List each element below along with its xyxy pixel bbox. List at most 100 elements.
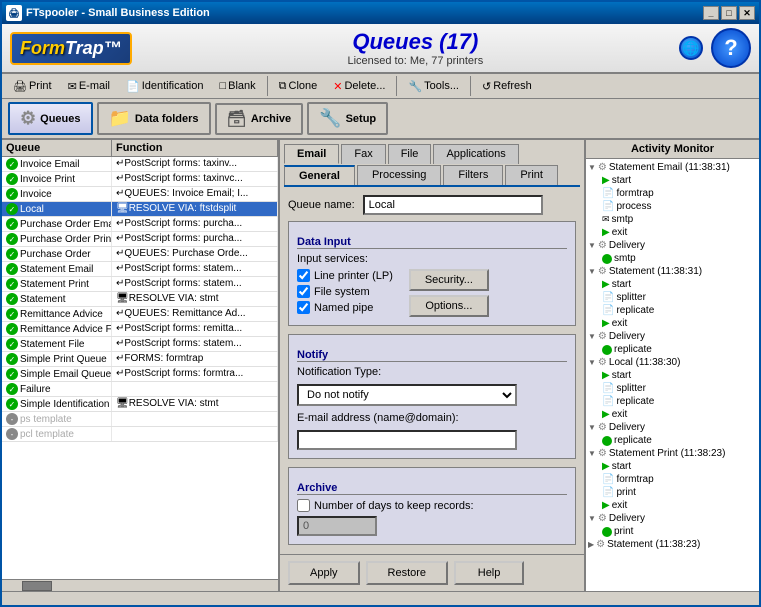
close-button[interactable]: ✕: [739, 6, 755, 20]
list-item[interactable]: ▼ ⚙ Delivery: [588, 330, 757, 343]
list-item[interactable]: ▼ ⚙ Delivery: [588, 421, 757, 434]
notification-select[interactable]: Do not notify Email on error Email alway…: [297, 384, 517, 406]
list-item[interactable]: 📄 splitter: [588, 291, 757, 304]
file-system-checkbox[interactable]: [297, 285, 310, 298]
list-item[interactable]: ▶ exit: [588, 499, 757, 512]
list-item[interactable]: ▶ exit: [588, 226, 757, 239]
table-row[interactable]: -pcl template: [2, 427, 278, 442]
list-item[interactable]: 📄 replicate: [588, 304, 757, 317]
table-row[interactable]: ✓Statement File ↵PostScript forms: state…: [2, 337, 278, 352]
blank-button[interactable]: □ Blank: [212, 77, 262, 95]
status-icon: ✓: [6, 218, 18, 230]
list-item[interactable]: ✉ smtp: [588, 213, 757, 226]
nav-data-folders[interactable]: 📁 Data folders: [97, 102, 211, 135]
help-button[interactable]: ?: [711, 28, 751, 68]
apply-button[interactable]: Apply: [288, 561, 360, 585]
tab-file[interactable]: File: [388, 144, 432, 164]
nav-archive[interactable]: 🗃 Archive: [215, 103, 304, 135]
table-row[interactable]: ✓Failure: [2, 382, 278, 397]
table-row[interactable]: ✓Simple Identification ... 🖥RESOLVE VIA:…: [2, 397, 278, 412]
arrow-right-icon: ▶: [602, 279, 610, 290]
list-item[interactable]: ▶ start: [588, 174, 757, 187]
restore-button[interactable]: Restore: [366, 561, 449, 585]
named-pipe-checkbox[interactable]: [297, 301, 310, 314]
list-item[interactable]: 📄 process: [588, 200, 757, 213]
list-item[interactable]: ▶ exit: [588, 408, 757, 421]
expand-icon: ▼: [588, 423, 596, 432]
tab-applications[interactable]: Applications: [433, 144, 518, 164]
list-item[interactable]: ▶ ⚙ Statement (11:38:23): [588, 538, 757, 551]
table-row[interactable]: ✓Remittance Advice ↵QUEUES: Remittance A…: [2, 307, 278, 322]
table-row[interactable]: ✓Statement Email ↵PostScript forms: stat…: [2, 262, 278, 277]
table-row[interactable]: ✓Invoice Email ↵PostScript forms: taxinv…: [2, 157, 278, 172]
table-row[interactable]: ✓Statement Print ↵PostScript forms: stat…: [2, 277, 278, 292]
list-item[interactable]: ▶ exit: [588, 317, 757, 330]
tree-label: Statement Print (11:38:23): [609, 448, 726, 459]
security-button[interactable]: Security...: [409, 269, 489, 291]
line-printer-checkbox[interactable]: [297, 269, 310, 282]
list-item[interactable]: 📄 formtrap: [588, 473, 757, 486]
archive-header: Archive: [297, 482, 567, 495]
email-address-input[interactable]: [297, 430, 517, 450]
list-item[interactable]: 📄 replicate: [588, 395, 757, 408]
queue-name-cell: ✓Simple Print Queue: [2, 352, 112, 366]
table-row[interactable]: ✓Statement 🖥RESOLVE VIA: stmt: [2, 292, 278, 307]
list-item[interactable]: ▼ ⚙ Delivery: [588, 512, 757, 525]
table-row[interactable]: ✓Purchase Order Print ↵PostScript forms:…: [2, 232, 278, 247]
list-item[interactable]: print: [588, 525, 757, 538]
help-form-button[interactable]: Help: [454, 561, 524, 585]
table-row[interactable]: ✓Invoice ↵QUEUES: Invoice Email; I...: [2, 187, 278, 202]
list-item[interactable]: ▼ ⚙ Delivery: [588, 239, 757, 252]
doc-icon: 📄: [602, 383, 614, 394]
minimize-button[interactable]: _: [703, 6, 719, 20]
table-row[interactable]: ✓Invoice Print ↵PostScript forms: taxinv…: [2, 172, 278, 187]
table-row[interactable]: ✓Simple Email Queue ↵PostScript forms: f…: [2, 367, 278, 382]
list-item[interactable]: replicate: [588, 343, 757, 356]
list-item[interactable]: 📄 splitter: [588, 382, 757, 395]
list-item[interactable]: ▼ ⚙ Statement Print (11:38:23): [588, 447, 757, 460]
sub-tab-print[interactable]: Print: [505, 165, 558, 185]
email-button[interactable]: ✉ E-mail: [61, 77, 117, 96]
tab-email[interactable]: Email: [284, 144, 339, 164]
queue-name-cell: ✓Simple Identification ...: [2, 397, 112, 411]
list-item[interactable]: ▼ ⚙ Local (11:38:30): [588, 356, 757, 369]
tab-row: Email Fax File Applications: [284, 144, 580, 164]
sub-tab-processing[interactable]: Processing: [357, 165, 441, 185]
clone-button[interactable]: ⧉ Clone: [272, 77, 325, 96]
queue-name-input[interactable]: [363, 195, 543, 215]
horizontal-scrollbar[interactable]: [2, 579, 278, 591]
maximize-button[interactable]: □: [721, 6, 737, 20]
table-row[interactable]: -ps template: [2, 412, 278, 427]
refresh-button[interactable]: ↺ Refresh: [475, 77, 539, 96]
table-row[interactable]: ✓Simple Print Queue ↵FORMS: formtrap: [2, 352, 278, 367]
list-item[interactable]: 📄 print: [588, 486, 757, 499]
table-row[interactable]: ✓Purchase Order ↵QUEUES: Purchase Orde..…: [2, 247, 278, 262]
sub-tab-general[interactable]: General: [284, 165, 355, 185]
nav-queues[interactable]: ⚙ Queues: [8, 102, 93, 135]
archive-checkbox[interactable]: [297, 499, 310, 512]
refresh-icon: ↺: [482, 80, 491, 93]
list-item[interactable]: ▶ start: [588, 278, 757, 291]
queue-name-row: Queue name:: [288, 195, 576, 215]
scrollbar-thumb[interactable]: [22, 581, 52, 591]
tab-fax[interactable]: Fax: [341, 144, 385, 164]
tools-button[interactable]: 🔧 Tools...: [401, 77, 466, 96]
list-item[interactable]: ▼ ⚙ Statement (11:38:31): [588, 265, 757, 278]
list-item[interactable]: ▶ start: [588, 460, 757, 473]
sub-tab-filters[interactable]: Filters: [443, 165, 503, 185]
table-row[interactable]: ✓Local 🖥RESOLVE VIA: ftstdsplit: [2, 202, 278, 217]
identification-button[interactable]: 📄 Identification: [119, 77, 210, 96]
list-item[interactable]: 📄 formtrap: [588, 187, 757, 200]
queue-name-label: Queue name:: [288, 199, 355, 211]
list-item[interactable]: ▶ start: [588, 369, 757, 382]
table-row[interactable]: ✓Purchase Order Email ↵PostScript forms:…: [2, 217, 278, 232]
list-item[interactable]: replicate: [588, 434, 757, 447]
list-item[interactable]: ▼ ⚙ Statement Email (11:38:31): [588, 161, 757, 174]
delete-button[interactable]: ✕ Delete...: [326, 77, 392, 96]
print-button[interactable]: 🖨 Print: [6, 77, 59, 96]
table-row[interactable]: ✓Remittance Advice File ↵PostScript form…: [2, 322, 278, 337]
queue-func-cell: [112, 382, 278, 396]
list-item[interactable]: smtp: [588, 252, 757, 265]
nav-setup[interactable]: 🔧 Setup: [307, 102, 388, 135]
options-button[interactable]: Options...: [409, 295, 489, 317]
